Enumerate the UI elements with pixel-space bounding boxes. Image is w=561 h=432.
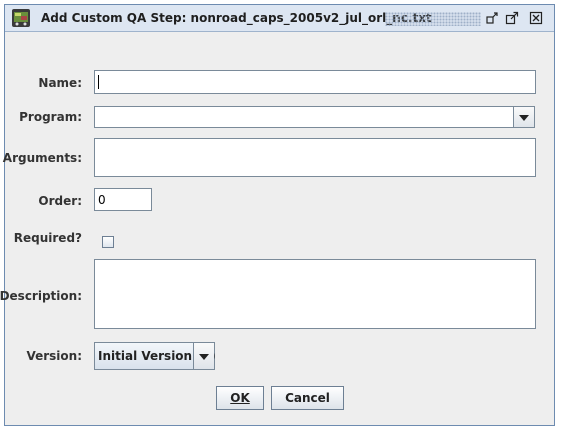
cancel-button-label: Cancel (285, 391, 330, 405)
program-combo[interactable] (94, 106, 535, 128)
title-bar-grip (385, 12, 481, 26)
window-title: Add Custom QA Step: nonroad_caps_2005v2_… (41, 11, 432, 25)
chevron-down-icon (199, 354, 209, 360)
order-input[interactable]: 0 (94, 188, 152, 211)
version-dropdown-button[interactable] (193, 343, 214, 369)
program-dropdown-button[interactable] (513, 107, 534, 127)
title-bar[interactable]: Add Custom QA Step: nonroad_caps_2005v2_… (5, 5, 554, 32)
name-label: Name: (38, 76, 82, 90)
name-input[interactable] (94, 70, 536, 94)
description-input[interactable] (94, 259, 536, 329)
description-label: Description: (0, 289, 82, 303)
arguments-input[interactable] (94, 138, 536, 177)
maximize-icon[interactable] (505, 11, 519, 25)
dialog-window: Add Custom QA Step: nonroad_caps_2005v2_… (0, 4, 555, 426)
version-label: Version: (26, 349, 82, 363)
close-icon[interactable] (529, 11, 543, 25)
required-label: Required? (13, 231, 82, 245)
chevron-down-icon (519, 115, 529, 121)
ok-button[interactable]: OK (216, 386, 264, 410)
minimize-icon[interactable] (485, 11, 499, 25)
cancel-button[interactable]: Cancel (271, 386, 344, 410)
required-checkbox[interactable] (102, 236, 114, 248)
order-value: 0 (98, 193, 106, 207)
text-cursor (98, 75, 99, 89)
app-icon (12, 9, 30, 27)
version-combo[interactable]: Initial Version (0) (94, 342, 216, 370)
arguments-label: Arguments: (2, 151, 82, 165)
order-label: Order: (38, 194, 82, 208)
program-label: Program: (19, 110, 82, 124)
ok-button-label: OK (230, 391, 250, 405)
